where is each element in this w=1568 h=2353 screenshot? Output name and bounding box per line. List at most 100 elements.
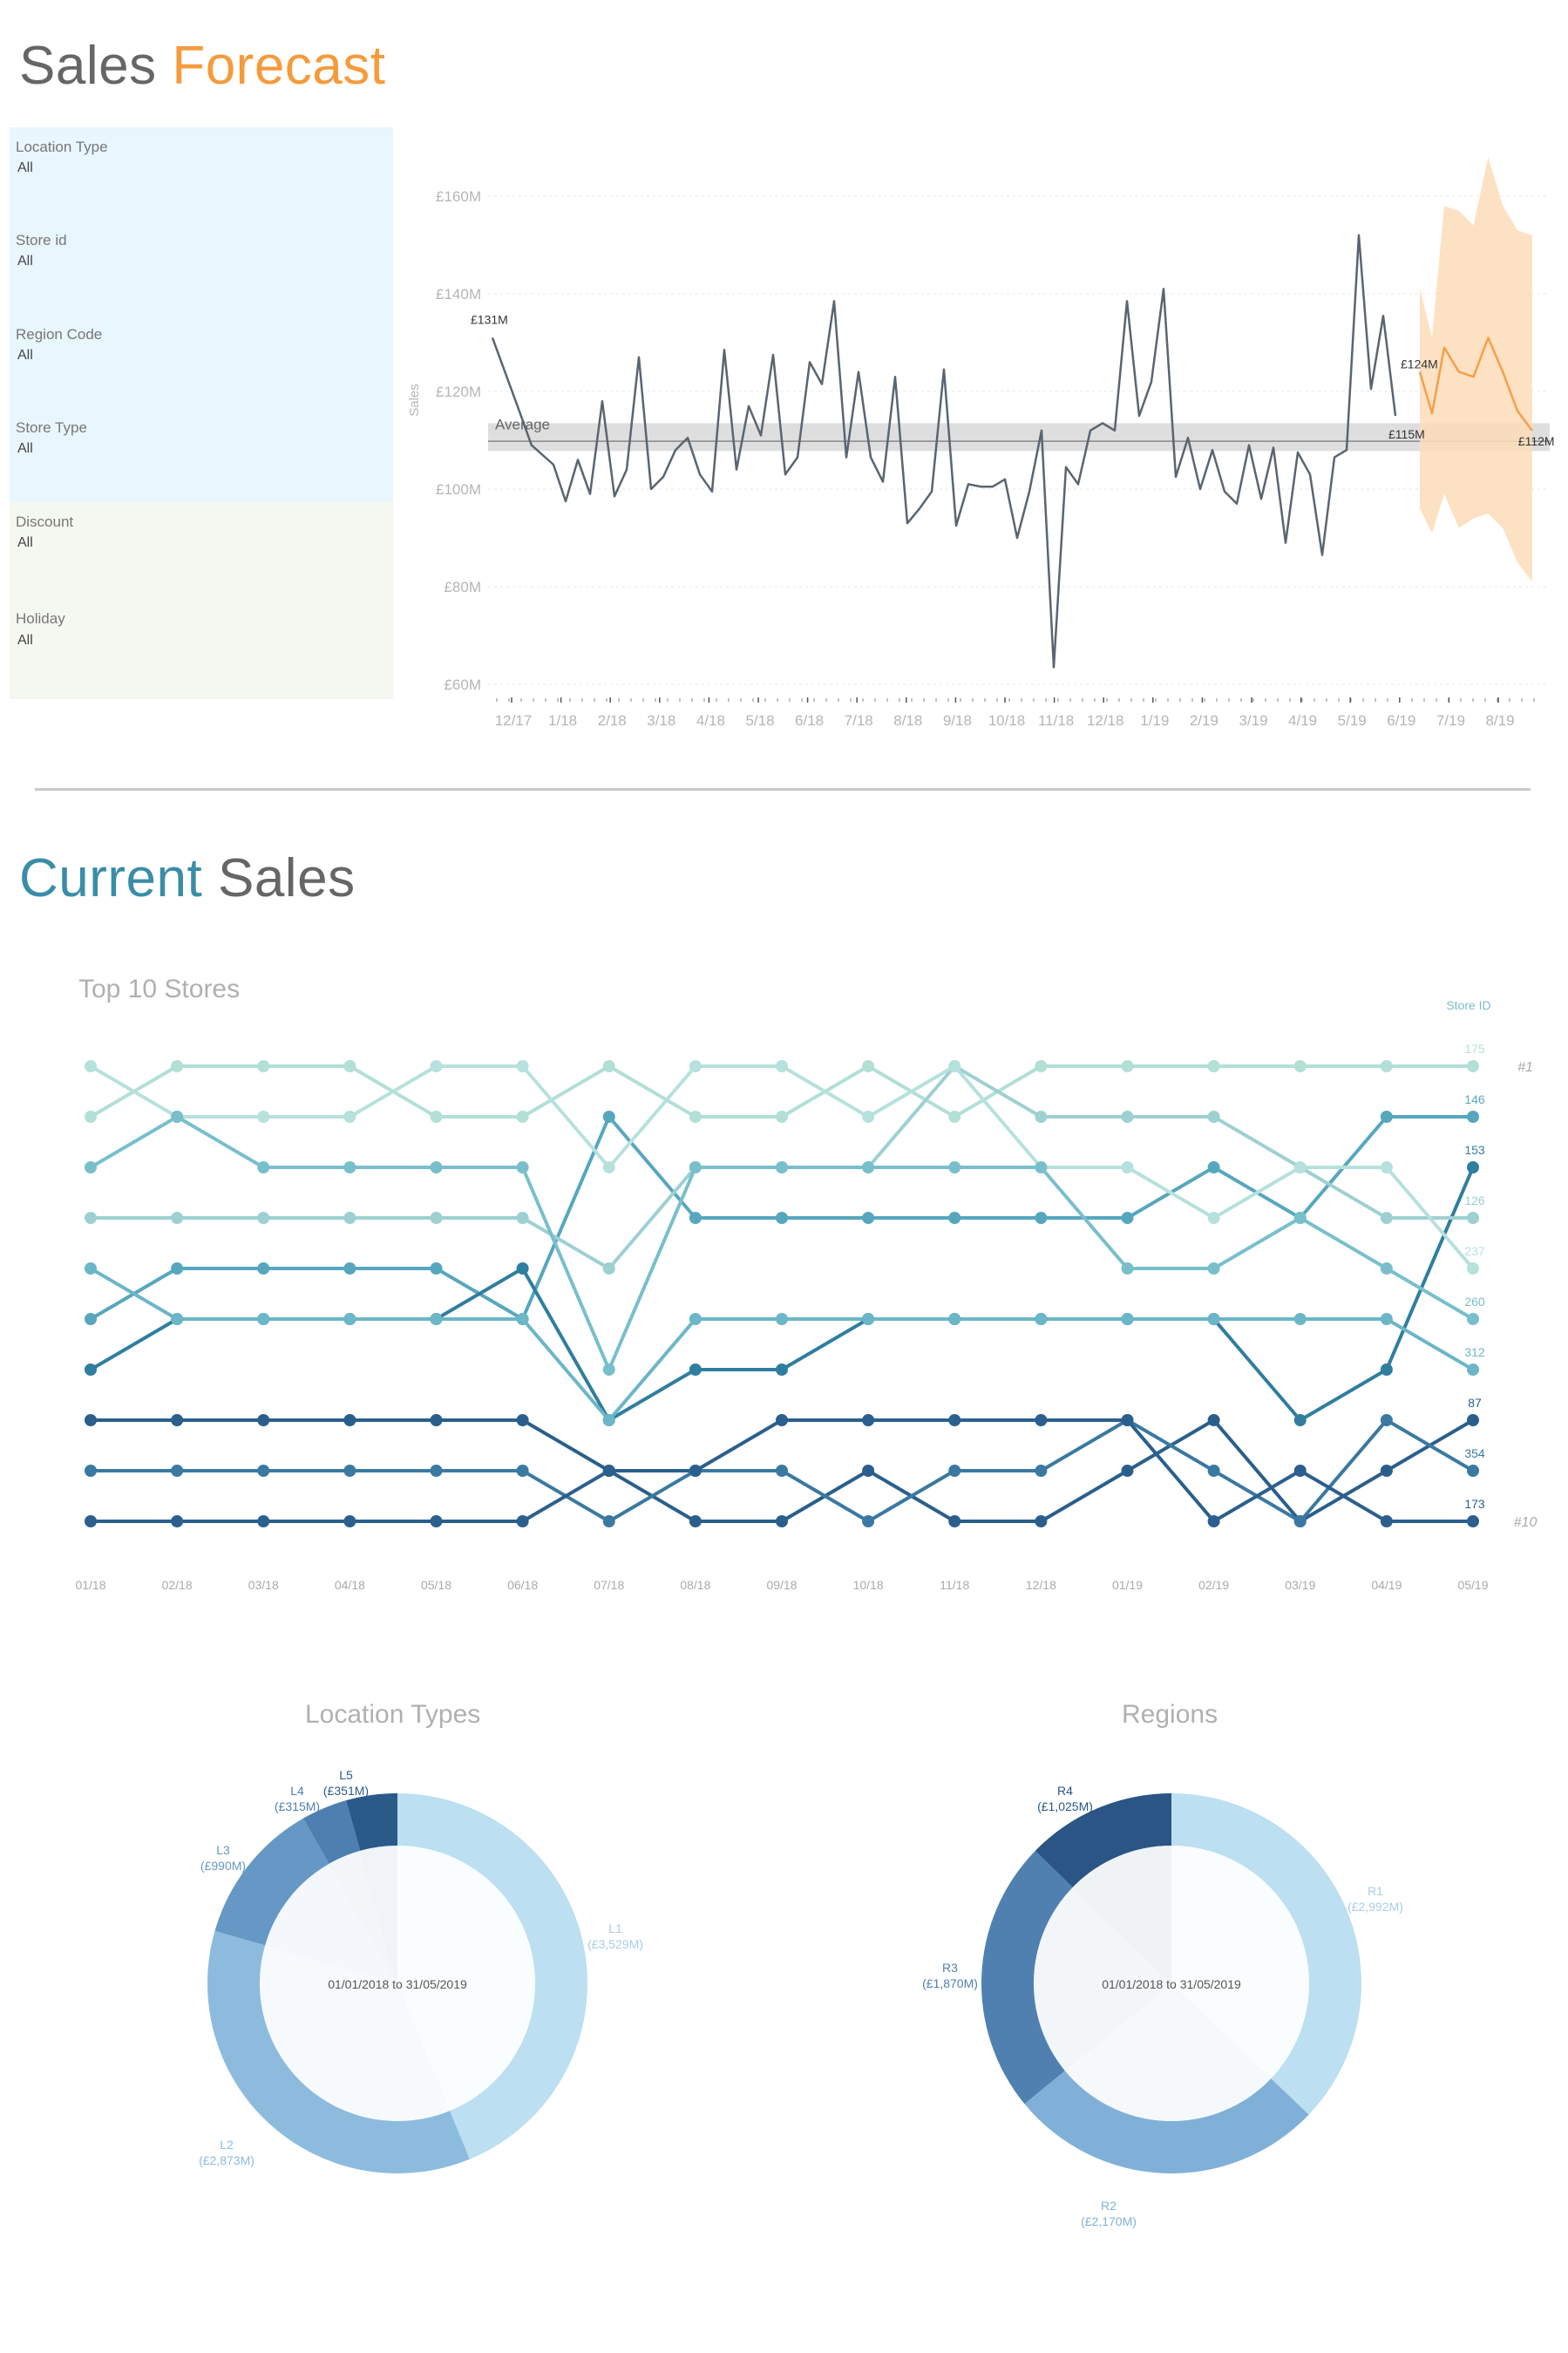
store-point-354	[1380, 1414, 1393, 1426]
store-point-354	[1467, 1465, 1479, 1477]
month-label: 06/18	[507, 1578, 538, 1592]
store-point-354	[257, 1465, 270, 1477]
store-label-260: 260	[1464, 1295, 1485, 1309]
store-point-146	[1121, 1212, 1134, 1224]
store-point-237	[1293, 1161, 1307, 1173]
store-point-260	[948, 1161, 961, 1173]
store-point-237	[343, 1111, 356, 1123]
filter-holiday-dropdown[interactable]: All	[17, 633, 33, 649]
current-sales-title: Current Sales	[19, 847, 356, 909]
donut-value-l4: (£315M)	[275, 1799, 320, 1813]
store-point-146	[689, 1212, 702, 1224]
store-point-126	[1380, 1212, 1393, 1224]
y-tick-label: £140M	[436, 286, 481, 303]
store-point-153	[1467, 1161, 1479, 1173]
data-label-forecast-last: £112M	[1518, 434, 1555, 448]
store-point-173	[343, 1515, 356, 1527]
store-point-173	[1380, 1515, 1393, 1527]
x-tick-label: 11/18	[1038, 712, 1074, 729]
store-line-312	[89, 1267, 1475, 1422]
store-point-237	[1380, 1161, 1393, 1173]
regions-title: Regions	[1122, 1700, 1218, 1729]
store-label-312: 312	[1464, 1345, 1485, 1359]
filter-panel-promo-section	[10, 502, 393, 699]
donut-label-l4: L4	[290, 1784, 304, 1798]
store-point-126	[1467, 1212, 1479, 1224]
donut-value-l1: (£3,529M)	[587, 1937, 643, 1951]
filter-store-id-dropdown[interactable]: All	[17, 254, 33, 269]
store-point-260	[171, 1111, 184, 1123]
x-tick-label: 6/18	[795, 712, 824, 729]
store-point-237	[85, 1060, 97, 1072]
current-sales-title-part1: Current	[19, 848, 203, 908]
store-point-173	[602, 1465, 615, 1477]
store-point-173	[516, 1515, 529, 1527]
store-point-312	[862, 1313, 875, 1325]
filter-location-type-label: Location Type	[16, 139, 108, 155]
store-point-126	[171, 1212, 184, 1224]
store-point-260	[343, 1161, 356, 1173]
store-point-237	[430, 1060, 443, 1072]
store-point-260	[85, 1161, 97, 1173]
store-point-153	[689, 1364, 702, 1376]
store-point-175	[862, 1060, 875, 1072]
store-point-146	[776, 1212, 788, 1224]
store-point-126	[516, 1212, 529, 1224]
donut-label-l5: L5	[339, 1768, 353, 1782]
top-10-stores-chart: Store ID 175 146 153 126 237 260 312 87 354 173 #1 #…	[75, 998, 1537, 1592]
store-point-87	[1035, 1515, 1048, 1527]
month-label: 12/18	[1026, 1578, 1056, 1592]
store-point-260	[689, 1161, 702, 1173]
filter-region-code-label: Region Code	[16, 326, 103, 343]
filter-region-code-dropdown[interactable]: All	[17, 348, 33, 364]
x-tick-label: 2/18	[598, 712, 627, 729]
donut-value-r1: (£2,992M)	[1347, 1900, 1403, 1914]
store-point-260	[602, 1364, 615, 1376]
month-label: 08/18	[680, 1578, 710, 1592]
donut-label-l2: L2	[220, 2138, 234, 2152]
store-label-126: 126	[1464, 1194, 1485, 1207]
store-point-146	[1207, 1161, 1220, 1173]
data-label-actual-first: £131M	[471, 312, 508, 326]
store-point-260	[516, 1161, 529, 1173]
month-label: 10/18	[853, 1578, 884, 1592]
store-point-237	[1121, 1161, 1134, 1173]
x-tick-label: 8/18	[893, 712, 922, 729]
store-point-237	[257, 1111, 270, 1123]
filter-location-type-dropdown[interactable]: All	[17, 160, 33, 176]
store-point-260	[430, 1161, 443, 1173]
store-point-354	[862, 1515, 875, 1527]
filter-discount-dropdown[interactable]: All	[17, 535, 33, 551]
store-point-312	[1293, 1313, 1307, 1325]
store-point-354	[1035, 1465, 1048, 1477]
x-tick-label: 3/18	[647, 712, 675, 729]
store-point-175	[1293, 1060, 1307, 1072]
store-point-153	[776, 1364, 788, 1376]
store-point-260	[1207, 1262, 1220, 1275]
store-point-354	[1293, 1515, 1307, 1527]
donut-label-r1: R1	[1368, 1884, 1383, 1898]
store-point-173	[1293, 1465, 1307, 1477]
store-point-153	[85, 1364, 97, 1376]
store-point-146	[85, 1313, 97, 1325]
store-point-312	[1380, 1313, 1393, 1325]
store-point-146	[948, 1212, 961, 1224]
store-point-312	[516, 1313, 529, 1325]
donut-value-r3: (£1,870M)	[922, 1976, 978, 1990]
store-point-312	[1207, 1313, 1220, 1325]
store-point-175	[1035, 1060, 1048, 1072]
x-tick-label: 1/18	[548, 712, 577, 729]
store-point-173	[1467, 1515, 1479, 1527]
donut-center-label-regions: 01/01/2018 to 31/05/2019	[1102, 1977, 1241, 1991]
month-label: 09/18	[766, 1578, 797, 1592]
store-point-146	[257, 1262, 270, 1275]
store-point-175	[948, 1111, 961, 1123]
store-point-87	[430, 1414, 443, 1426]
x-tick-label: 10/18	[988, 712, 1026, 729]
store-line-153	[89, 1166, 1475, 1422]
store-point-87	[862, 1465, 875, 1477]
store-point-87	[948, 1515, 961, 1527]
filter-store-type-dropdown[interactable]: All	[17, 441, 33, 457]
store-point-237	[516, 1060, 529, 1072]
store-point-126	[1121, 1111, 1134, 1123]
